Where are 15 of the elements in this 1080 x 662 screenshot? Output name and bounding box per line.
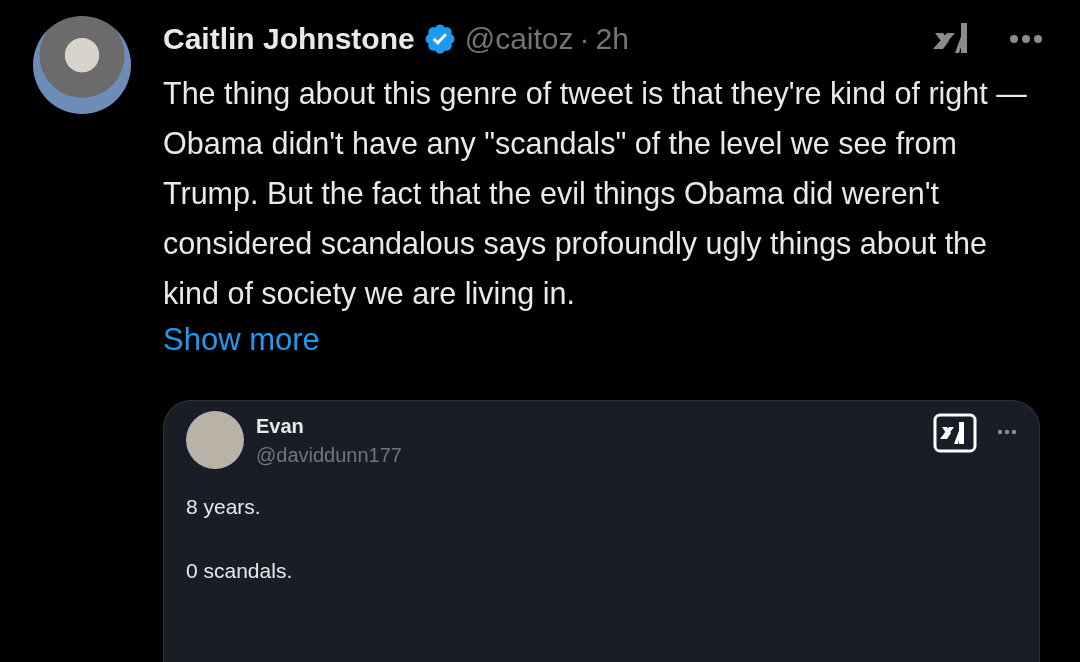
avatar[interactable] [186,411,244,469]
user-handle[interactable]: @daviddunn177 [256,444,402,467]
quoted-post-text: 8 years. [186,495,262,519]
quoted-post-card[interactable]: Evan @daviddunn177 8 years. 0 scandals. [163,400,1040,662]
user-handle[interactable]: @caitoz [464,22,574,56]
show-more-link[interactable]: Show more [163,318,320,362]
post-text: The thing about this genre of tweet is that they're kind of right — Obama didn't have any "scandals" of the level we see from Trump. But the fact that the evil things Obama did weren't considered scandalous says profoundly ugly things about the kind of society we are living in. [163,75,1028,313]
author-name[interactable]: Evan [256,415,402,438]
separator-dot: · [579,22,590,56]
more-options-icon[interactable] [997,429,1017,435]
more-options-icon[interactable] [1009,34,1043,44]
post-time[interactable]: 2h [595,22,629,56]
slash-logo-icon[interactable] [933,413,977,453]
quoted-post-text: 0 scandals. [186,559,294,583]
author-name[interactable]: Caitlin Johnstone [163,22,415,56]
